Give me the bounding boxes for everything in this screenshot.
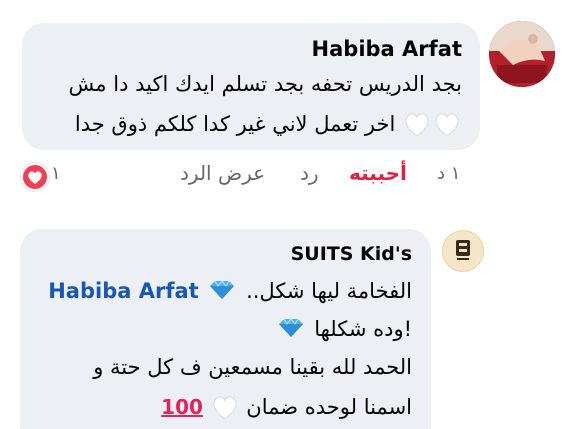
comment-author[interactable]: Habiba Arfat — [312, 37, 462, 61]
view-replies-link[interactable]: عرض الرد — [180, 161, 265, 185]
heart-reaction-icon[interactable] — [21, 163, 49, 191]
reply-button[interactable]: رد — [300, 161, 319, 185]
comment-text-fragment: اخر تعمل لاني غير كدا كلكم ذوق جدا — [74, 112, 396, 136]
hundred-points-emoji: 100 — [161, 395, 203, 419]
comment-bubble-suits: SUITS Kid's الفخامة ليها شكل.. Habiba Ar… — [20, 229, 431, 429]
comment-text-line: الفخامة ليها شكل.. Habiba Arfat — [48, 279, 412, 305]
comment-text-line: اخر تعمل لاني غير كدا كلكم ذوق جدا — [75, 111, 462, 139]
white-heart-emoji — [210, 394, 240, 422]
comment-text-fragment: اسمنا لوحده ضمان — [246, 395, 412, 419]
mention-link-habiba[interactable]: Habiba Arfat — [48, 279, 198, 303]
reaction-count: ١ — [51, 163, 61, 184]
comments-view: Habiba Arfat بجد الدريس تحفه بجد تسلم اي… — [0, 0, 573, 429]
comment-text-fragment: الفخامة ليها شكل.. — [246, 279, 412, 303]
suits-kids-logo-icon — [456, 240, 470, 260]
like-button[interactable]: أحببته — [349, 161, 407, 185]
gem-emoji — [209, 279, 235, 305]
commenter-avatar-habiba[interactable] — [489, 21, 555, 87]
comment-text-line: !وده شكلها — [274, 317, 412, 343]
comment-text-line: بجد الدريس تحفه بجد تسلم ايدك اكيد دا مش — [68, 72, 462, 96]
gem-emoji — [278, 317, 304, 343]
comment-bubble-habiba: Habiba Arfat بجد الدريس تحفه بجد تسلم اي… — [22, 23, 480, 150]
comment-text-fragment: !وده شكلها — [314, 317, 412, 341]
comment-timestamp[interactable]: ١ د — [437, 163, 460, 184]
avatar-photo — [489, 21, 555, 87]
comment-actions-row: ١ د أحببته رد عرض الرد — [0, 161, 573, 191]
comment-text-line: الحمد لله بقينا مسمعين ف كل حتة و — [93, 355, 412, 379]
commenter-avatar-suits[interactable] — [442, 230, 484, 272]
white-hearts-emoji — [402, 111, 462, 139]
comment-text-line: اسمنا لوحده ضمان 100 — [161, 394, 412, 422]
comment-author[interactable]: SUITS Kid's — [291, 243, 412, 265]
